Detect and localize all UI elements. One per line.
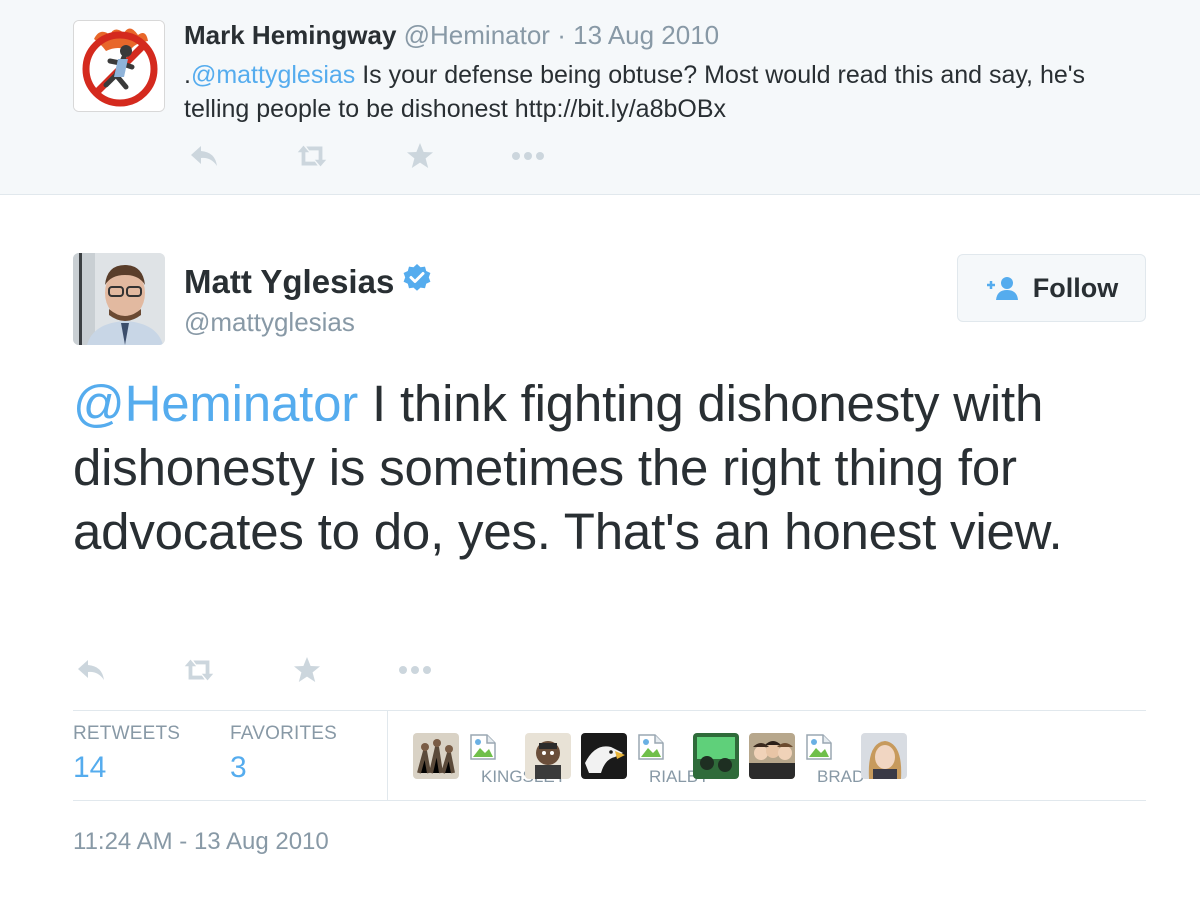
tweet-timestamp[interactable]: 11:24 AM - 13 Aug 2010 — [73, 828, 329, 856]
parent-author-name[interactable]: Mark Hemingway — [184, 20, 396, 50]
favoriter-avatar[interactable]: RIALBY — [637, 733, 709, 793]
stats-divider — [387, 711, 388, 801]
favoriter-avatar[interactable]: KINGSLEY — [469, 733, 566, 793]
parent-avatar[interactable] — [73, 20, 165, 112]
retweet-icon[interactable] — [294, 138, 330, 174]
parent-author-handle[interactable]: @Heminator — [404, 20, 550, 50]
parent-header: Mark Hemingway @Heminator · 13 Aug 2010 — [184, 20, 719, 51]
more-icon[interactable] — [510, 138, 546, 174]
favoriter-avatar[interactable] — [749, 733, 795, 779]
follow-button[interactable]: Follow — [957, 254, 1146, 322]
main-action-bar — [73, 652, 505, 688]
broken-image-icon — [806, 734, 832, 760]
reply-icon[interactable] — [186, 138, 222, 174]
follow-button-label: Follow — [1032, 272, 1119, 303]
parent-action-bar — [186, 138, 618, 174]
parent-mention-link[interactable]: @mattyglesias — [191, 61, 355, 89]
favorites-count: 3 — [230, 751, 247, 784]
tweet-stats: RETWEETS 14 FAVORITES 3 KINGSLEY RIALBY — [73, 710, 1146, 801]
retweets-count: 14 — [73, 751, 107, 784]
retweet-icon[interactable] — [181, 652, 217, 688]
main-author-name-row: Matt Yglesias — [184, 263, 432, 301]
favoriter-avatar[interactable] — [693, 733, 739, 779]
main-tweet-text: @Heminator I think fighting dishonesty w… — [73, 372, 1153, 564]
favoriter-avatar[interactable] — [581, 733, 627, 779]
verified-badge-icon — [402, 263, 432, 301]
broken-image-icon — [470, 734, 496, 760]
favoriter-avatar[interactable] — [525, 733, 571, 779]
reply-icon[interactable] — [73, 652, 109, 688]
favoriter-alt-text: BRAD — [817, 767, 865, 786]
parent-tweet: Mark Hemingway @Heminator · 13 Aug 2010 … — [0, 0, 1200, 195]
main-mention-link[interactable]: @Heminator — [73, 375, 358, 432]
parent-text-prefix: . — [184, 61, 191, 89]
main-author-handle[interactable]: @mattyglesias — [184, 307, 355, 338]
broken-image-icon — [638, 734, 664, 760]
main-author-name[interactable]: Matt Yglesias — [184, 263, 394, 301]
more-icon[interactable] — [397, 652, 433, 688]
add-user-icon — [985, 275, 1019, 301]
favorite-icon[interactable] — [402, 138, 438, 174]
favorites-label: FAVORITES — [230, 723, 338, 744]
parent-date[interactable]: 13 Aug 2010 — [573, 20, 719, 50]
favorites-stat[interactable]: FAVORITES 3 — [230, 723, 337, 785]
parent-separator: · — [557, 20, 566, 50]
retweets-stat[interactable]: RETWEETS 14 — [73, 723, 180, 785]
retweets-label: RETWEETS — [73, 723, 181, 744]
author-photo-icon — [73, 253, 165, 345]
favoriter-avatar[interactable]: BRAD — [805, 733, 864, 793]
favoriter-avatar[interactable] — [861, 733, 907, 779]
running-man-logo-icon — [74, 21, 164, 111]
favorite-icon[interactable] — [289, 652, 325, 688]
favoriter-avatar[interactable] — [413, 733, 459, 779]
parent-tweet-text: .@mattyglesias Is your defense being obt… — [184, 58, 1144, 126]
main-avatar[interactable] — [73, 253, 165, 345]
